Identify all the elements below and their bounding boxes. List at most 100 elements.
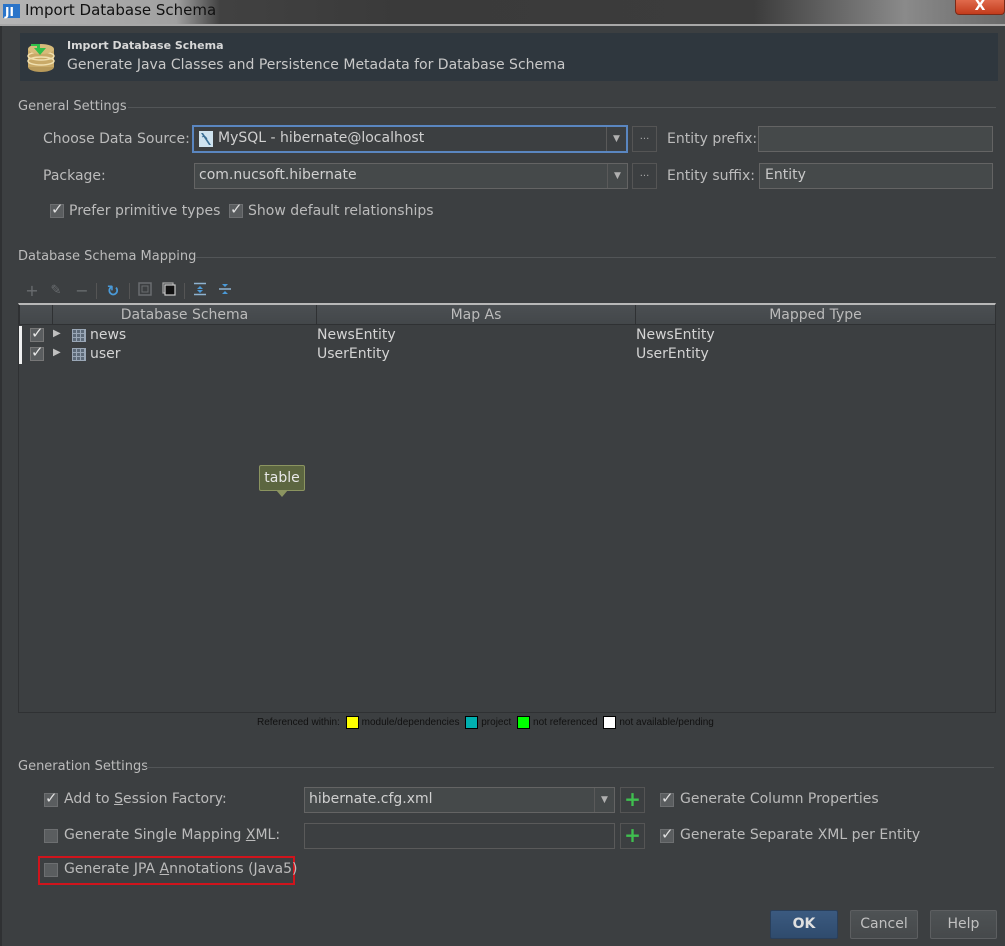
- cancel-button[interactable]: Cancel: [850, 910, 918, 939]
- toolbar-separator: [184, 283, 185, 299]
- schema-mapping-divider: [195, 257, 996, 258]
- separate-xml-checkbox[interactable]: [660, 825, 674, 843]
- row-marker: [19, 345, 22, 364]
- label-text: Add to: [64, 791, 115, 807]
- row-schema-name: user: [90, 346, 121, 362]
- label-text: ML:: [255, 827, 281, 843]
- entity-prefix-label: Entity prefix:: [667, 131, 758, 147]
- row-mapped-type[interactable]: NewsEntity: [636, 326, 715, 345]
- expand-arrow-icon[interactable]: ▶: [53, 347, 61, 358]
- general-settings-title: General Settings: [18, 99, 127, 114]
- session-factory-label[interactable]: Add to Session Factory:: [64, 791, 227, 807]
- row-marker: [19, 326, 22, 345]
- select-all-icon[interactable]: [160, 282, 178, 300]
- expand-arrow-icon[interactable]: ▶: [53, 328, 61, 339]
- prefer-primitive-checkbox[interactable]: [50, 200, 64, 218]
- header-checkbox-column: [19, 305, 52, 325]
- svg-text:JI: JI: [4, 5, 14, 19]
- package-browse-button[interactable]: ...: [632, 163, 657, 189]
- legend-swatch-teal: [465, 716, 479, 729]
- row-map-as[interactable]: NewsEntity: [317, 326, 396, 345]
- single-mapping-label[interactable]: Generate Single Mapping XML:: [64, 827, 280, 843]
- window-close-button[interactable]: X: [955, 0, 1005, 15]
- expand-all-icon[interactable]: [191, 282, 209, 300]
- session-factory-combo[interactable]: hibernate.cfg.xml ▼: [304, 787, 615, 813]
- prefer-primitive-label[interactable]: Prefer primitive types: [69, 203, 220, 219]
- data-source-value: MySQL - hibernate@localhost: [218, 130, 425, 146]
- session-factory-value: hibernate.cfg.xml: [309, 791, 433, 807]
- label-text: Generate Single Mapping: [64, 827, 246, 843]
- general-settings-divider: [128, 107, 996, 108]
- reference-legend: Referenced within: module/dependencies p…: [257, 716, 714, 729]
- package-combo[interactable]: com.nucsoft.hibernate ▼: [194, 163, 628, 189]
- data-source-browse-button[interactable]: ...: [632, 126, 657, 152]
- jpa-annotations-label[interactable]: Generate JPA Annotations (Java5): [64, 861, 297, 877]
- column-header-database-schema[interactable]: Database Schema: [52, 305, 316, 325]
- data-source-dropdown-arrow[interactable]: ▼: [606, 127, 626, 151]
- window-title: Import Database Schema: [25, 1, 217, 19]
- data-source-label: Choose Data Source:: [43, 131, 190, 147]
- add-session-factory-button[interactable]: +: [620, 787, 645, 813]
- help-button[interactable]: Help: [930, 910, 997, 939]
- column-header-mapped-type[interactable]: Mapped Type: [635, 305, 995, 325]
- banner-title: Import Database Schema: [67, 39, 224, 52]
- remove-icon[interactable]: −: [73, 282, 91, 300]
- session-factory-dropdown-arrow[interactable]: ▼: [594, 788, 614, 812]
- generation-settings-title: Generation Settings: [18, 759, 148, 774]
- label-text: nnotations (Java5): [169, 861, 298, 877]
- unselect-all-icon[interactable]: [136, 282, 154, 300]
- package-dropdown-arrow[interactable]: ▼: [607, 164, 627, 188]
- session-factory-checkbox[interactable]: [44, 789, 58, 807]
- table-row[interactable]: ▶ user UserEntity UserEntity: [19, 343, 995, 364]
- table-icon: [72, 329, 86, 342]
- generation-settings-divider: [145, 767, 994, 768]
- database-import-icon: [26, 41, 56, 73]
- mnemonic: A: [159, 861, 170, 877]
- mnemonic: X: [245, 827, 256, 843]
- window-title-bar: JI Import Database Schema X: [0, 0, 1005, 24]
- table-tooltip: table: [259, 465, 305, 497]
- legend-label: module/dependencies: [361, 717, 460, 728]
- row-map-as[interactable]: UserEntity: [317, 345, 390, 364]
- add-icon[interactable]: +: [23, 282, 41, 300]
- row-mapped-type[interactable]: UserEntity: [636, 345, 709, 364]
- package-value: com.nucsoft.hibernate: [199, 167, 357, 183]
- entity-suffix-input[interactable]: Entity: [759, 163, 993, 189]
- single-mapping-input[interactable]: [304, 823, 615, 849]
- jpa-annotations-checkbox[interactable]: [44, 863, 58, 877]
- legend-label: not referenced: [533, 717, 598, 728]
- column-properties-checkbox[interactable]: [660, 789, 674, 807]
- single-mapping-checkbox[interactable]: [44, 829, 58, 843]
- show-relationships-label[interactable]: Show default relationships: [248, 203, 434, 219]
- toolbar-separator: [129, 283, 130, 299]
- label-text: Generate JPA: [64, 861, 160, 877]
- legend-label: project: [481, 717, 512, 728]
- data-source-combo[interactable]: MySQL - hibernate@localhost ▼: [192, 125, 628, 153]
- legend-swatch-yellow: [345, 716, 359, 729]
- collapse-all-icon[interactable]: [216, 282, 234, 300]
- legend-swatch-green: [517, 716, 531, 729]
- column-properties-label[interactable]: Generate Column Properties: [680, 791, 879, 807]
- label-text: ession Factory:: [122, 791, 227, 807]
- banner-subtitle: Generate Java Classes and Persistence Me…: [67, 57, 566, 73]
- column-header-map-as[interactable]: Map As: [316, 305, 635, 325]
- row-checkbox[interactable]: [30, 324, 44, 342]
- mnemonic: S: [114, 791, 123, 807]
- intellij-app-icon: JI: [3, 2, 21, 20]
- table-header: Database Schema Map As Mapped Type: [19, 305, 995, 325]
- legend-prefix: Referenced within:: [257, 717, 340, 728]
- entity-prefix-input[interactable]: [758, 126, 993, 152]
- add-single-mapping-button[interactable]: +: [620, 823, 645, 849]
- dialog-banner: Import Database Schema Generate Java Cla…: [20, 33, 998, 81]
- separate-xml-label[interactable]: Generate Separate XML per Entity: [680, 827, 920, 843]
- row-schema-name: news: [90, 327, 127, 343]
- edit-icon[interactable]: ✎: [47, 282, 65, 300]
- legend-swatch-white: [603, 716, 617, 729]
- toolbar-separator: [96, 283, 97, 299]
- table-row[interactable]: ▶ news NewsEntity NewsEntity: [19, 324, 995, 345]
- entity-suffix-value: Entity: [765, 167, 806, 183]
- show-relationships-checkbox[interactable]: [229, 200, 243, 218]
- row-checkbox[interactable]: [30, 343, 44, 361]
- refresh-icon[interactable]: ↻: [104, 282, 122, 300]
- ok-button[interactable]: OK: [770, 910, 838, 939]
